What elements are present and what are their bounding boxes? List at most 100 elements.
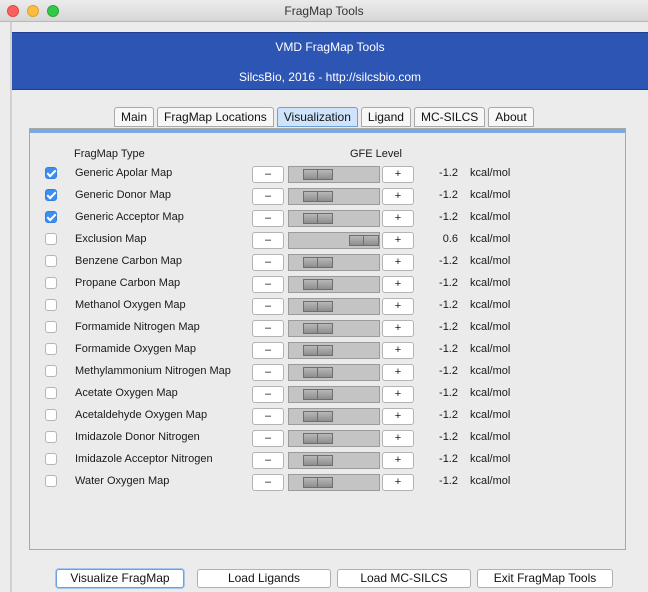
decrease-gfe-button[interactable]: – [252,430,284,447]
slider-thumb[interactable] [302,433,333,444]
gfe-level-slider[interactable] [288,342,380,359]
increase-gfe-button[interactable]: + [382,298,414,315]
fragmap-row: Exclusion Map – +0.6 kcal/mol [30,230,625,250]
slider-thumb[interactable] [302,323,333,334]
tab-mc-silcs[interactable]: MC-SILCS [413,107,486,127]
increase-gfe-button[interactable]: + [382,430,414,447]
increase-gfe-button[interactable]: + [382,320,414,337]
gfe-level-slider[interactable] [288,364,380,381]
tab-about[interactable]: About [488,107,534,127]
decrease-gfe-button[interactable]: – [252,474,284,491]
increase-gfe-button[interactable]: + [382,342,414,359]
decrease-gfe-button[interactable]: – [252,364,284,381]
gfe-value: -1.2 [439,343,458,355]
load-ligands-button[interactable]: Load Ligands [197,569,331,588]
increase-gfe-button[interactable]: + [382,474,414,491]
decrease-gfe-button[interactable]: – [252,320,284,337]
gfe-level-slider[interactable] [288,254,380,271]
fragmap-checkbox[interactable] [45,167,57,179]
slider-thumb[interactable] [302,213,333,224]
increase-gfe-button[interactable]: + [382,188,414,205]
slider-thumb[interactable] [302,389,333,400]
fragmap-checkbox[interactable] [45,409,57,421]
fragmap-label: Acetaldehyde Oxygen Map [75,409,208,421]
gfe-level-slider[interactable] [288,232,380,249]
fragmap-checkbox[interactable] [45,299,57,311]
exit-fragmap-tools-button[interactable]: Exit FragMap Tools [477,569,613,588]
fragmap-checkbox[interactable] [45,277,57,289]
gfe-value: -1.2 [439,211,458,223]
slider-thumb[interactable] [302,477,333,488]
tab-visualization[interactable]: Visualization [276,107,358,127]
slider-thumb[interactable] [349,235,379,246]
fragmap-checkbox[interactable] [45,365,57,377]
fragmap-checkbox[interactable] [45,321,57,333]
gfe-level-slider[interactable] [288,188,380,205]
increase-gfe-button[interactable]: + [382,166,414,183]
decrease-gfe-button[interactable]: – [252,452,284,469]
tab-main[interactable]: Main [114,107,155,127]
decrease-gfe-button[interactable]: – [252,188,284,205]
decrease-gfe-button[interactable]: – [252,232,284,249]
slider-thumb[interactable] [302,301,333,312]
increase-gfe-button[interactable]: + [382,210,414,227]
fragmap-checkbox[interactable] [45,255,57,267]
gfe-unit: kcal/mol [470,365,511,377]
gfe-level-slider[interactable] [288,210,380,227]
fragmap-checkbox[interactable] [45,211,57,223]
fragmap-checkbox[interactable] [45,453,57,465]
increase-gfe-button[interactable]: + [382,408,414,425]
decrease-gfe-button[interactable]: – [252,298,284,315]
fragmap-checkbox[interactable] [45,431,57,443]
increase-gfe-button[interactable]: + [382,232,414,249]
slider-thumb[interactable] [302,279,333,290]
gfe-value: -1.2 [439,255,458,267]
increase-gfe-button[interactable]: + [382,276,414,293]
fragmap-checkbox[interactable] [45,233,57,245]
gfe-unit: kcal/mol [470,343,511,355]
slider-thumb[interactable] [302,345,333,356]
slider-thumb[interactable] [302,367,333,378]
decrease-gfe-button[interactable]: – [252,210,284,227]
gfe-unit: kcal/mol [470,299,511,311]
gfe-level-slider[interactable] [288,276,380,293]
fragmap-label: Acetate Oxygen Map [75,387,178,399]
slider-thumb[interactable] [302,455,333,466]
gfe-level-slider[interactable] [288,298,380,315]
decrease-gfe-button[interactable]: – [252,254,284,271]
gfe-level-slider[interactable] [288,474,380,491]
gfe-value: -1.2 [439,167,458,179]
visualize-fragmap-button[interactable]: Visualize FragMap [56,569,184,588]
increase-gfe-button[interactable]: + [382,254,414,271]
decrease-gfe-button[interactable]: – [252,276,284,293]
decrease-gfe-button[interactable]: – [252,166,284,183]
load-mc-silcs-button[interactable]: Load MC-SILCS [337,569,471,588]
decrease-gfe-button[interactable]: – [252,386,284,403]
gfe-level-slider[interactable] [288,320,380,337]
fragmap-label: Generic Donor Map [75,189,171,201]
slider-thumb[interactable] [302,191,333,202]
tab-fragmap-locations[interactable]: FragMap Locations [157,107,274,127]
gfe-unit: kcal/mol [470,475,511,487]
fragmap-checkbox[interactable] [45,343,57,355]
decrease-gfe-button[interactable]: – [252,408,284,425]
slider-thumb[interactable] [302,169,333,180]
slider-thumb[interactable] [302,257,333,268]
increase-gfe-button[interactable]: + [382,452,414,469]
increase-gfe-button[interactable]: + [382,364,414,381]
fragmap-checkbox[interactable] [45,475,57,487]
fragmap-checkbox[interactable] [45,189,57,201]
slider-thumb[interactable] [302,411,333,422]
gfe-level-slider[interactable] [288,386,380,403]
gfe-level-slider[interactable] [288,408,380,425]
increase-gfe-button[interactable]: + [382,386,414,403]
gfe-level-slider[interactable] [288,166,380,183]
decrease-gfe-button[interactable]: – [252,342,284,359]
gfe-level-slider[interactable] [288,430,380,447]
gfe-value: -1.2 [439,387,458,399]
gfe-level-slider[interactable] [288,452,380,469]
fragmap-checkbox[interactable] [45,387,57,399]
tab-ligand[interactable]: Ligand [360,107,411,127]
gfe-unit: kcal/mol [470,409,511,421]
fragmap-label: Generic Apolar Map [75,167,173,179]
